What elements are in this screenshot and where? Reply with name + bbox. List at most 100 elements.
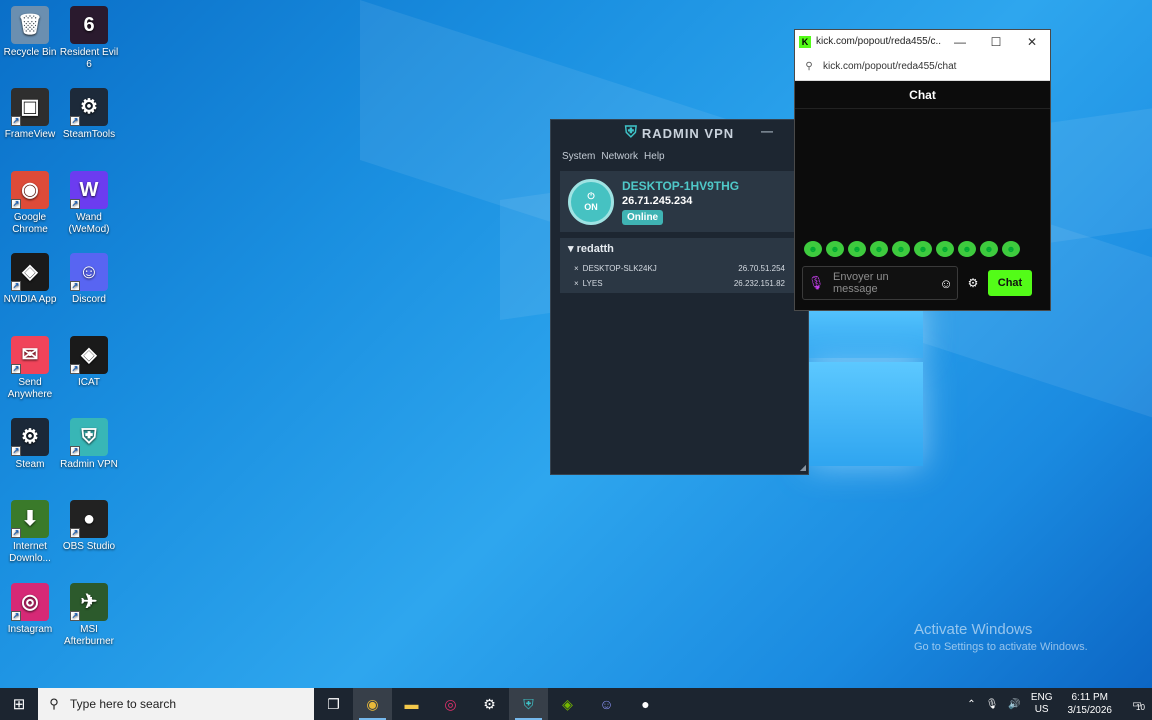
chrome-icon[interactable]: ◉ xyxy=(353,688,392,720)
radmin-vpn-window[interactable]: ⛨ RADMIN VPN — System Network Help ⏻ ON … xyxy=(550,119,809,475)
menu-help[interactable]: Help xyxy=(644,151,665,162)
microphone-icon[interactable]: 🎙 xyxy=(803,275,829,291)
chevron-up-icon[interactable]: ⌃ xyxy=(962,699,980,710)
steam-icon[interactable]: ⚙ xyxy=(470,688,509,720)
desktop-icon[interactable]: ⛨ ↗ Radmin VPN xyxy=(59,418,119,471)
radmin-vpn-icon: ⛨ ↗ xyxy=(70,418,108,456)
search-icon: ⚲ xyxy=(49,696,59,711)
start-button[interactable]: ⊞ xyxy=(0,688,38,720)
chrome-icon: ◉ ↗ xyxy=(11,170,49,209)
window-title: kick.com/popout/reda455/c... xyxy=(816,36,942,47)
chat-titlebar[interactable]: K kick.com/popout/reda455/c... — ☐ ✕ xyxy=(795,30,1050,53)
desktop-icon[interactable]: ◈ ↗ ICAT xyxy=(59,335,119,389)
chat-header: Chat xyxy=(795,81,1050,109)
shortcut-arrow-icon: ↗ xyxy=(70,446,80,456)
shortcut-arrow-icon: ↗ xyxy=(70,281,80,292)
desktop-icon[interactable]: ✉ ↗ Send Anywhere xyxy=(0,335,60,401)
microphone-icon[interactable]: 🎙 xyxy=(981,699,1004,710)
emote-icon[interactable]: ☻ xyxy=(936,241,954,257)
kick-chat-window[interactable]: K kick.com/popout/reda455/c... — ☐ ✕ ⚲ k… xyxy=(794,29,1051,311)
desktop-icon[interactable]: ◈ ↗ NVIDIA App xyxy=(0,253,60,306)
nvidia-icon: ◈ ↗ xyxy=(11,253,49,292)
peer-status-icon: × xyxy=(574,279,579,288)
discord-icon: ☺ ↗ xyxy=(70,253,108,292)
windows-logo xyxy=(808,300,926,468)
desktop-icon[interactable]: W ↗ Wand (WeMod) xyxy=(59,170,119,236)
desktop-icon-label: Resident Evil 6 xyxy=(59,47,119,70)
desktop-icon[interactable]: ☺ ↗ Discord xyxy=(59,253,119,306)
desktop-icon[interactable]: ✈ ↗ MSI Afterburner xyxy=(59,582,119,648)
desktop-icon[interactable]: ⬇ ↗ Internet Downlo... xyxy=(0,500,60,565)
desktop-icon[interactable]: ● ↗ OBS Studio xyxy=(59,500,119,553)
status-panel: ⏻ ON DESKTOP-1HV9THG 26.71.245.234 Onlin… xyxy=(560,171,799,232)
recycle-bin-icon: 🗑 xyxy=(11,6,49,44)
nvidia-icon[interactable]: ◈ xyxy=(548,688,587,720)
peer-name: DESKTOP-SLK24KJ xyxy=(582,264,657,273)
chat-settings-icon[interactable]: ⚙ xyxy=(958,276,988,290)
language-indicator[interactable]: ENG US xyxy=(1026,692,1058,716)
shortcut-arrow-icon: ↗ xyxy=(11,363,21,374)
clock[interactable]: 6:11 PM 3/15/2026 xyxy=(1058,691,1123,717)
desktop-icon[interactable]: ⚙ ↗ Steam xyxy=(0,418,60,471)
instagram-icon[interactable]: ◎ xyxy=(431,688,470,720)
steamtools-icon: ⚙ ↗ xyxy=(70,88,108,127)
obs-icon[interactable]: ● xyxy=(626,688,665,720)
peer-status-icon: × xyxy=(574,264,579,273)
desktop-icon-label: Instagram xyxy=(7,623,53,635)
emote-icon[interactable]: ☻ xyxy=(980,241,998,257)
volume-icon[interactable]: 🔊 xyxy=(1003,699,1025,710)
peer-row[interactable]: × LYES 26.232.151.82 xyxy=(560,276,799,291)
emote-icon[interactable]: ☻ xyxy=(914,241,932,257)
emoji-picker-icon[interactable]: ☺ xyxy=(935,276,957,291)
emote-icon[interactable]: ☻ xyxy=(804,241,822,257)
minimize-icon[interactable]: — xyxy=(942,35,978,49)
shortcut-arrow-icon: ↗ xyxy=(70,198,80,209)
msi-afterburner-icon: ✈ ↗ xyxy=(70,582,108,621)
search-placeholder: Type here to search xyxy=(70,697,177,711)
shortcut-arrow-icon: ↗ xyxy=(11,446,21,456)
menu-network[interactable]: Network xyxy=(601,151,638,162)
power-button[interactable]: ⏻ ON xyxy=(568,178,614,225)
desktop-icon[interactable]: ▣ ↗ FrameView xyxy=(0,88,60,141)
peer-row[interactable]: × DESKTOP-SLK24KJ 26.70.51.254 xyxy=(560,261,799,276)
site-settings-icon[interactable]: ⚲ xyxy=(795,61,823,72)
desktop-icon-label: Google Chrome xyxy=(12,211,48,235)
notification-center-icon[interactable]: ▭ 10 xyxy=(1122,699,1152,712)
shortcut-arrow-icon: ↗ xyxy=(11,116,21,127)
hostname: DESKTOP-1HV9THG xyxy=(622,178,740,193)
send-chat-button[interactable]: Chat xyxy=(988,270,1032,296)
address-bar[interactable]: ⚲ kick.com/popout/reda455/chat xyxy=(795,53,1050,81)
desktop-icon[interactable]: ◉ ↗ Google Chrome xyxy=(0,170,60,236)
obs-icon: ● ↗ xyxy=(70,500,108,539)
radmin-vpn-icon[interactable]: ⛨ xyxy=(509,688,548,720)
network-header[interactable]: ▾ redatth xyxy=(560,242,799,261)
send-anywhere-icon: ✉ ↗ xyxy=(11,335,49,374)
emote-icon[interactable]: ☻ xyxy=(958,241,976,257)
radmin-titlebar[interactable]: ⛨ RADMIN VPN — xyxy=(551,120,808,146)
close-icon[interactable]: ✕ xyxy=(1014,35,1050,49)
file-explorer-icon[interactable]: ▬ xyxy=(392,688,431,720)
desktop-icon[interactable]: 6 Resident Evil 6 xyxy=(59,6,119,71)
desktop-icon[interactable]: ◎ ↗ Instagram xyxy=(0,582,60,636)
emote-icon[interactable]: ☻ xyxy=(870,241,888,257)
discord-icon[interactable]: ☺ xyxy=(587,688,626,720)
notification-count: 10 xyxy=(1136,702,1145,712)
emote-icon[interactable]: ☻ xyxy=(826,241,844,257)
emote-icon[interactable]: ☻ xyxy=(1002,241,1020,257)
taskbar-search[interactable]: ⚲ Type here to search xyxy=(38,688,314,720)
task-view-icon[interactable]: ❐ xyxy=(314,688,353,720)
desktop-icon[interactable]: 🗑 Recycle Bin xyxy=(0,6,60,59)
menu-system[interactable]: System xyxy=(562,151,595,162)
shortcut-arrow-icon: ↗ xyxy=(11,528,21,539)
shortcut-arrow-icon: ↗ xyxy=(70,610,80,621)
maximize-icon[interactable]: ☐ xyxy=(978,35,1014,49)
minimize-icon[interactable]: — xyxy=(761,124,774,138)
clock-date: 3/15/2026 xyxy=(1067,705,1113,716)
desktop-icon-label: ICAT xyxy=(77,376,101,388)
emote-icon[interactable]: ☻ xyxy=(892,241,910,257)
message-input[interactable]: 🎙 Envoyer un message ☺ xyxy=(802,266,958,300)
desktop-icon[interactable]: ⚙ ↗ SteamTools xyxy=(59,88,119,141)
steam-icon: ⚙ ↗ xyxy=(11,418,49,456)
resize-grip-icon[interactable]: ◢ xyxy=(800,463,806,472)
emote-icon[interactable]: ☻ xyxy=(848,241,866,257)
